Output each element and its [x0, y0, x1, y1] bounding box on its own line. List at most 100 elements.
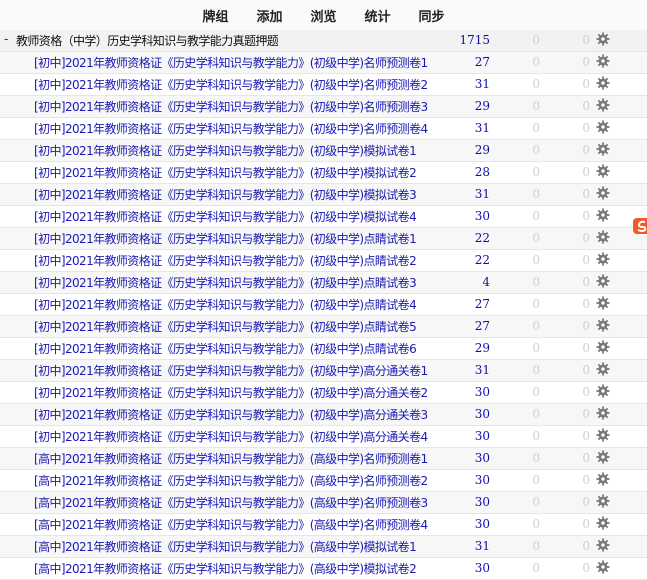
gear-icon[interactable] [596, 251, 610, 267]
deck-row[interactable]: [高中]2021年教师资格证《历史学科知识与教学能力》(高级中学)名师预测卷2 3… [0, 470, 647, 492]
deck-row[interactable]: [高中]2021年教师资格证《历史学科知识与教学能力》(高级中学)模拟试卷2 30… [0, 558, 647, 580]
deck-row[interactable]: [初中]2021年教师资格证《历史学科知识与教学能力》(初级中学)名师预测卷2 3… [0, 74, 647, 96]
gear-icon[interactable] [596, 119, 610, 135]
gear-icon[interactable] [596, 273, 610, 289]
gear-icon[interactable] [596, 449, 610, 465]
deck-name[interactable]: [高中]2021年教师资格证《历史学科知识与教学能力》(高级中学)模拟试卷2 [34, 560, 416, 577]
deck-name[interactable]: [初中]2021年教师资格证《历史学科知识与教学能力》(初级中学)名师预测卷2 [34, 76, 428, 93]
gear-icon[interactable] [596, 31, 610, 47]
deck-name[interactable]: [初中]2021年教师资格证《历史学科知识与教学能力》(初级中学)模拟试卷3 [34, 186, 416, 203]
deck-name[interactable]: [初中]2021年教师资格证《历史学科知识与教学能力》(初级中学)模拟试卷4 [34, 208, 416, 225]
toolbar-sync-button[interactable]: 同步 [419, 6, 445, 25]
deck-row[interactable]: [初中]2021年教师资格证《历史学科知识与教学能力》(初级中学)点睛试卷6 29… [0, 338, 647, 360]
gear-icon[interactable] [596, 207, 610, 223]
due-count: 0 [582, 319, 590, 333]
deck-row[interactable]: [初中]2021年教师资格证《历史学科知识与教学能力》(初级中学)点睛试卷2 22… [0, 250, 647, 272]
due-count: 0 [582, 539, 590, 553]
deck-name[interactable]: [初中]2021年教师资格证《历史学科知识与教学能力》(初级中学)点睛试卷1 [34, 230, 416, 247]
deck-name[interactable]: [初中]2021年教师资格证《历史学科知识与教学能力》(初级中学)高分通关卷2 [34, 384, 428, 401]
gear-icon[interactable] [596, 361, 610, 377]
toolbar-browse-button[interactable]: 浏览 [310, 6, 336, 25]
gear-icon[interactable] [596, 493, 610, 509]
collapse-toggle[interactable]: - [4, 32, 8, 46]
deck-row[interactable]: [初中]2021年教师资格证《历史学科知识与教学能力》(初级中学)名师预测卷3 2… [0, 96, 647, 118]
deck-row[interactable]: [初中]2021年教师资格证《历史学科知识与教学能力》(初级中学)点睛试卷5 27… [0, 316, 647, 338]
deck-name[interactable]: [高中]2021年教师资格证《历史学科知识与教学能力》(高级中学)名师预测卷3 [34, 494, 428, 511]
new-count: 31 [474, 539, 490, 553]
deck-row[interactable]: [初中]2021年教师资格证《历史学科知识与教学能力》(初级中学)高分通关卷1 3… [0, 360, 647, 382]
new-count: 22 [474, 253, 490, 267]
deck-row[interactable]: [初中]2021年教师资格证《历史学科知识与教学能力》(初级中学)名师预测卷4 3… [0, 118, 647, 140]
new-count: 30 [474, 517, 490, 531]
gear-icon[interactable] [596, 471, 610, 487]
deck-name[interactable]: [初中]2021年教师资格证《历史学科知识与教学能力》(初级中学)名师预测卷3 [34, 98, 428, 115]
learn-count: 0 [532, 517, 540, 531]
deck-name[interactable]: [高中]2021年教师资格证《历史学科知识与教学能力》(高级中学)名师预测卷1 [34, 450, 428, 467]
learn-count: 0 [532, 77, 540, 91]
deck-row[interactable]: [高中]2021年教师资格证《历史学科知识与教学能力》(高级中学)名师预测卷4 3… [0, 514, 647, 536]
deck-row[interactable]: [高中]2021年教师资格证《历史学科知识与教学能力》(高级中学)名师预测卷3 3… [0, 492, 647, 514]
new-count: 29 [474, 341, 490, 355]
deck-name[interactable]: [初中]2021年教师资格证《历史学科知识与教学能力》(初级中学)点睛试卷5 [34, 318, 416, 335]
due-count: 0 [582, 363, 590, 377]
deck-name[interactable]: [初中]2021年教师资格证《历史学科知识与教学能力》(初级中学)模拟试卷1 [34, 142, 416, 159]
deck-row[interactable]: [初中]2021年教师资格证《历史学科知识与教学能力》(初级中学)模拟试卷1 29… [0, 140, 647, 162]
main-toolbar: 牌组 添加 浏览 统计 同步 [0, 0, 647, 30]
new-count: 27 [474, 319, 490, 333]
gear-icon[interactable] [596, 141, 610, 157]
gear-icon[interactable] [596, 185, 610, 201]
deck-name[interactable]: [初中]2021年教师资格证《历史学科知识与教学能力》(初级中学)高分通关卷4 [34, 428, 428, 445]
due-count: 0 [582, 297, 590, 311]
gear-icon[interactable] [596, 75, 610, 91]
gear-icon[interactable] [596, 295, 610, 311]
deck-row[interactable]: [初中]2021年教师资格证《历史学科知识与教学能力》(初级中学)点睛试卷1 22… [0, 228, 647, 250]
deck-name[interactable]: [初中]2021年教师资格证《历史学科知识与教学能力》(初级中学)模拟试卷2 [34, 164, 416, 181]
deck-row[interactable]: [高中]2021年教师资格证《历史学科知识与教学能力》(高级中学)模拟试卷1 31… [0, 536, 647, 558]
deck-row[interactable]: [初中]2021年教师资格证《历史学科知识与教学能力》(初级中学)模拟试卷3 31… [0, 184, 647, 206]
due-count: 0 [582, 143, 590, 157]
gear-icon[interactable] [596, 317, 610, 333]
toolbar-decks-button[interactable]: 牌组 [202, 6, 228, 25]
gear-icon[interactable] [596, 53, 610, 69]
deck-row[interactable]: [初中]2021年教师资格证《历史学科知识与教学能力》(初级中学)高分通关卷4 3… [0, 426, 647, 448]
gear-icon[interactable] [596, 163, 610, 179]
gear-icon[interactable] [596, 515, 610, 531]
deck-name[interactable]: [初中]2021年教师资格证《历史学科知识与教学能力》(初级中学)点睛试卷6 [34, 340, 416, 357]
gear-icon[interactable] [596, 97, 610, 113]
input-method-icon[interactable] [631, 216, 647, 236]
deck-row[interactable]: [初中]2021年教师资格证《历史学科知识与教学能力》(初级中学)模拟试卷2 28… [0, 162, 647, 184]
toolbar-add-button[interactable]: 添加 [256, 6, 282, 25]
gear-icon[interactable] [596, 427, 610, 443]
deck-name[interactable]: [初中]2021年教师资格证《历史学科知识与教学能力》(初级中学)名师预测卷1 [34, 54, 428, 71]
toolbar-stats-button[interactable]: 统计 [365, 6, 391, 25]
deck-name[interactable]: [高中]2021年教师资格证《历史学科知识与教学能力》(高级中学)名师预测卷2 [34, 472, 428, 489]
deck-name[interactable]: [初中]2021年教师资格证《历史学科知识与教学能力》(初级中学)高分通关卷3 [34, 406, 428, 423]
gear-icon[interactable] [596, 229, 610, 245]
due-count: 0 [582, 33, 590, 47]
deck-row[interactable]: [初中]2021年教师资格证《历史学科知识与教学能力》(初级中学)模拟试卷4 30… [0, 206, 647, 228]
deck-name[interactable]: [高中]2021年教师资格证《历史学科知识与教学能力》(高级中学)名师预测卷4 [34, 516, 428, 533]
deck-name[interactable]: [初中]2021年教师资格证《历史学科知识与教学能力》(初级中学)点睛试卷3 [34, 274, 416, 291]
learn-count: 0 [532, 55, 540, 69]
deck-name[interactable]: [初中]2021年教师资格证《历史学科知识与教学能力》(初级中学)高分通关卷1 [34, 362, 428, 379]
gear-icon[interactable] [596, 537, 610, 553]
gear-icon[interactable] [596, 559, 610, 575]
deck-name[interactable]: [高中]2021年教师资格证《历史学科知识与教学能力》(高级中学)模拟试卷1 [34, 538, 416, 555]
new-count: 30 [474, 407, 490, 421]
deck-name[interactable]: [初中]2021年教师资格证《历史学科知识与教学能力》(初级中学)点睛试卷4 [34, 296, 416, 313]
deck-row[interactable]: [初中]2021年教师资格证《历史学科知识与教学能力》(初级中学)名师预测卷1 2… [0, 52, 647, 74]
deck-row-parent[interactable]: - 教师资格（中学）历史学科知识与教学能力真题押题 1715 0 0 [0, 30, 647, 52]
deck-row[interactable]: [高中]2021年教师资格证《历史学科知识与教学能力》(高级中学)名师预测卷1 3… [0, 448, 647, 470]
gear-icon[interactable] [596, 383, 610, 399]
deck-name[interactable]: 教师资格（中学）历史学科知识与教学能力真题押题 [16, 32, 278, 49]
deck-name[interactable]: [初中]2021年教师资格证《历史学科知识与教学能力》(初级中学)名师预测卷4 [34, 120, 428, 137]
deck-list: - 教师资格（中学）历史学科知识与教学能力真题押题 1715 0 0 [初中]2… [0, 30, 647, 580]
gear-icon[interactable] [596, 405, 610, 421]
learn-count: 0 [532, 209, 540, 223]
deck-row[interactable]: [初中]2021年教师资格证《历史学科知识与教学能力》(初级中学)点睛试卷3 4 0… [0, 272, 647, 294]
gear-icon[interactable] [596, 339, 610, 355]
deck-row[interactable]: [初中]2021年教师资格证《历史学科知识与教学能力》(初级中学)点睛试卷4 27… [0, 294, 647, 316]
deck-name[interactable]: [初中]2021年教师资格证《历史学科知识与教学能力》(初级中学)点睛试卷2 [34, 252, 416, 269]
deck-row[interactable]: [初中]2021年教师资格证《历史学科知识与教学能力》(初级中学)高分通关卷3 3… [0, 404, 647, 426]
deck-row[interactable]: [初中]2021年教师资格证《历史学科知识与教学能力》(初级中学)高分通关卷2 3… [0, 382, 647, 404]
